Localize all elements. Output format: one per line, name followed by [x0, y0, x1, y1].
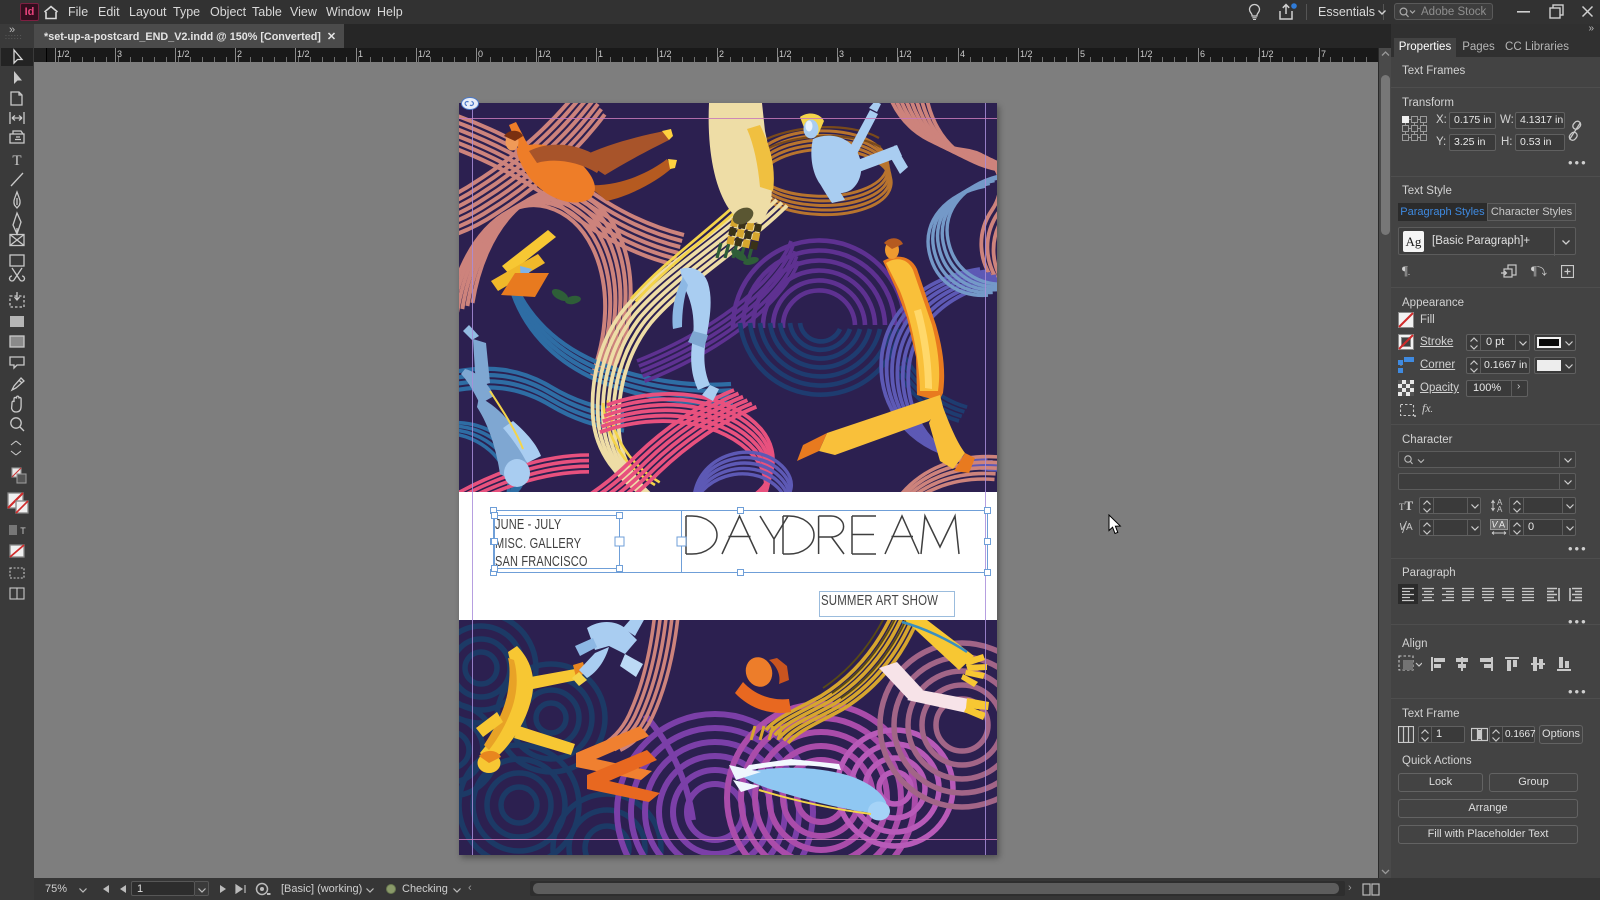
svg-text:A: A: [1497, 505, 1503, 513]
svg-text:A: A: [1499, 520, 1505, 530]
svg-text:V: V: [1492, 520, 1499, 530]
svg-text:A: A: [1406, 522, 1413, 533]
svg-text:T: T: [12, 153, 21, 169]
svg-text:T: T: [20, 526, 26, 536]
